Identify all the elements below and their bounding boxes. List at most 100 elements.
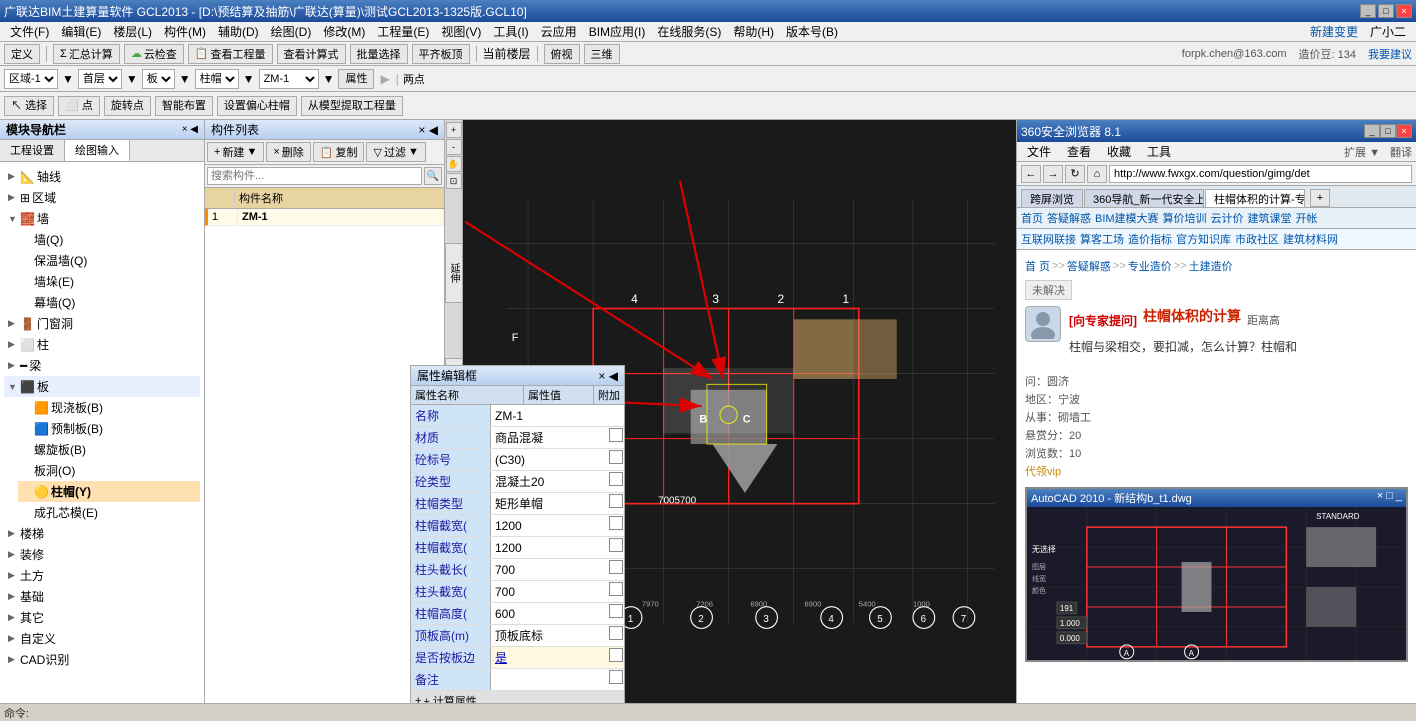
type-select[interactable]: 板	[142, 69, 175, 89]
expert-ask-button[interactable]: [向专家提问]	[1069, 312, 1137, 329]
new-tab-button[interactable]: +	[1310, 189, 1330, 207]
menu-help[interactable]: 帮助(H)	[727, 22, 780, 41]
menu-component[interactable]: 构件(M)	[158, 22, 212, 41]
link-bim[interactable]: BIM建模大赛	[1095, 210, 1159, 226]
browser-menu-file[interactable]: 文件	[1021, 142, 1057, 161]
menu-user[interactable]: 广小二	[1364, 22, 1412, 41]
tree-item-column[interactable]: ▶ ⬜ 柱	[4, 334, 200, 355]
copy-comp-button[interactable]: 📋 复制	[313, 142, 365, 162]
side-pan[interactable]: ✋	[446, 156, 462, 172]
prop-button[interactable]: 属性	[338, 69, 374, 89]
zone-select[interactable]: 区域-1	[4, 69, 58, 89]
bc-home[interactable]: 首 页	[1025, 258, 1050, 274]
calc-attrs-section[interactable]: + + 计算属性	[411, 691, 624, 703]
tree-item-custom[interactable]: ▶自定义	[4, 628, 200, 649]
rotate-point-button[interactable]: 旋转点	[104, 96, 151, 116]
browser-content[interactable]: 首 页 >> 答疑解惑 >> 专业造价 >> 土建造价 未解决	[1017, 250, 1416, 703]
forward-button[interactable]: →	[1043, 165, 1063, 183]
link-training[interactable]: 算价培训	[1163, 210, 1207, 226]
maximize-button[interactable]: □	[1378, 4, 1394, 18]
batch-select-button[interactable]: 批量选择	[350, 44, 408, 64]
point-button[interactable]: ⬜ 点	[58, 96, 100, 116]
menu-file[interactable]: 文件(F)	[4, 22, 55, 41]
tree-item-insulation-wall[interactable]: 保温墙(Q)	[18, 250, 200, 271]
link-qa[interactable]: 答疑解惑	[1047, 210, 1091, 226]
tree-item-other[interactable]: ▶其它	[4, 607, 200, 628]
side-zoom-in[interactable]: +	[446, 122, 462, 138]
tree-item-slab-hole[interactable]: 板洞(O)	[18, 460, 200, 481]
link-algo-shop[interactable]: 算客工场	[1080, 231, 1124, 247]
tree-item-axis[interactable]: ▶ 📐 轴线	[4, 166, 200, 187]
set-offset-button[interactable]: 设置偏心柱帽	[217, 96, 297, 116]
view-quantity-button[interactable]: 📋 查看工程量	[188, 44, 273, 64]
3d-view-button[interactable]: 三维	[584, 44, 620, 64]
select-button[interactable]: ↖ 选择	[4, 96, 54, 116]
link-knowledge[interactable]: 官方知识库	[1176, 231, 1231, 247]
side-zoom-out[interactable]: -	[446, 139, 462, 155]
menu-edit[interactable]: 编辑(E)	[55, 22, 107, 41]
prop-check-ctype[interactable]	[609, 472, 623, 486]
tab-col-cap[interactable]: 柱帽体积的计算-专	[1205, 189, 1305, 207]
cloud-check-button[interactable]: ☁ 云检查	[124, 44, 184, 64]
browser-close[interactable]: ×	[1396, 124, 1412, 138]
tree-item-void-core[interactable]: 成孔芯模(E)	[18, 502, 200, 523]
link-internet[interactable]: 互联网联接	[1021, 231, 1076, 247]
bc-qa[interactable]: 答疑解惑	[1067, 258, 1111, 274]
menu-version[interactable]: 版本号(B)	[780, 22, 844, 41]
top-view-button[interactable]: 俯视	[544, 44, 580, 64]
tree-item-beam[interactable]: ▶ ━ 梁	[4, 355, 200, 376]
browser-max[interactable]: □	[1380, 124, 1396, 138]
url-bar[interactable]	[1109, 165, 1412, 183]
search-button[interactable]: 🔍	[424, 167, 442, 185]
menu-tools[interactable]: 工具(I)	[487, 22, 534, 41]
calc-sum-button[interactable]: Σ 汇总计算	[53, 44, 120, 64]
tree-item-wall-pier[interactable]: 墙垛(E)	[18, 271, 200, 292]
side-fit[interactable]: ⊡	[446, 173, 462, 189]
menu-modify[interactable]: 修改(M)	[317, 22, 371, 41]
search-input[interactable]	[207, 167, 422, 185]
code-select[interactable]: ZM-1	[259, 69, 319, 89]
define-button[interactable]: 定义	[4, 44, 40, 64]
new-comp-button[interactable]: + 新建 ▼	[207, 142, 264, 162]
floor-select[interactable]: 首层	[78, 69, 122, 89]
tree-item-cast-slab[interactable]: 🟧现浇板(B)	[18, 397, 200, 418]
link-material[interactable]: 建筑材料网	[1283, 231, 1338, 247]
link-muni[interactable]: 市政社区	[1235, 231, 1279, 247]
delete-comp-button[interactable]: × 删除	[266, 142, 310, 162]
back-button[interactable]: ←	[1021, 165, 1041, 183]
menu-quantity[interactable]: 工程量(E)	[371, 22, 435, 41]
menu-new-change[interactable]: 新建变更	[1304, 22, 1364, 41]
prop-check-capw2[interactable]	[609, 538, 623, 552]
prop-check-byslab[interactable]	[609, 648, 623, 662]
tree-item-door-window[interactable]: ▶ 🚪 门窗洞	[4, 313, 200, 334]
link-pricing-index[interactable]: 造价指标	[1128, 231, 1172, 247]
browser-menu-view[interactable]: 查看	[1061, 142, 1097, 161]
tree-item-foundation[interactable]: ▶基础	[4, 586, 200, 607]
link-account[interactable]: 开帐	[1296, 210, 1318, 226]
prop-check-material[interactable]	[609, 428, 623, 442]
extract-qty-button[interactable]: 从模型提取工程量	[301, 96, 403, 116]
home-button[interactable]: ⌂	[1087, 165, 1107, 183]
prop-check-note[interactable]	[609, 670, 623, 684]
prop-check-headl[interactable]	[609, 560, 623, 574]
filter-button[interactable]: ▽ 过滤 ▼	[366, 142, 425, 162]
tab-cross-screen[interactable]: 跨屏浏览	[1021, 189, 1083, 207]
tree-item-wall[interactable]: ▼ 🧱 墙	[4, 208, 200, 229]
comp-row-0[interactable]: 1 ZM-1	[205, 209, 444, 226]
link-arch-course[interactable]: 建筑课堂	[1248, 210, 1292, 226]
menu-online[interactable]: 在线服务(S)	[651, 22, 727, 41]
tree-item-curtain-wall[interactable]: 幕墙(Q)	[18, 292, 200, 313]
prop-check-capw1[interactable]	[609, 516, 623, 530]
tree-item-col-cap[interactable]: 🟡 柱帽(Y)	[18, 481, 200, 502]
tree-item-spiral-slab[interactable]: 螺旋板(B)	[18, 439, 200, 460]
menu-cloud[interactable]: 云应用	[535, 22, 583, 41]
align-top-button[interactable]: 平齐板顶	[412, 44, 470, 64]
menu-floor[interactable]: 楼层(L)	[107, 22, 158, 41]
tab-drawing-input[interactable]: 绘图输入	[65, 140, 130, 161]
menu-draw[interactable]: 绘图(D)	[265, 22, 318, 41]
bc-construction[interactable]: 土建造价	[1189, 258, 1233, 274]
refresh-button[interactable]: ↻	[1065, 165, 1085, 183]
prop-check-captype[interactable]	[609, 494, 623, 508]
close-button[interactable]: ×	[1396, 4, 1412, 18]
tab-360-nav[interactable]: 360导航_新一代安全上网导航	[1084, 189, 1204, 207]
